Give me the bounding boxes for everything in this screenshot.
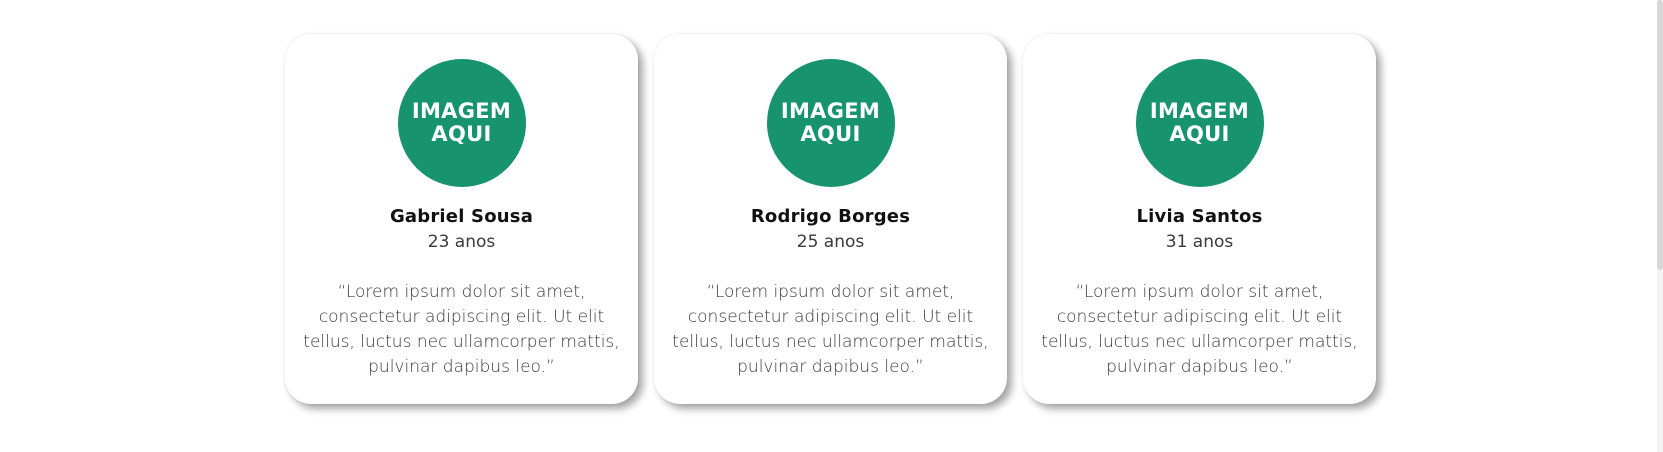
person-age: 31 anos	[1165, 232, 1234, 252]
vertical-scrollbar[interactable]	[1657, 0, 1663, 452]
person-name: Rodrigo Borges	[750, 206, 911, 227]
testimonial-quote: “Lorem ipsum dolor sit amet, consectetur…	[672, 282, 989, 377]
testimonial-cards: IMAGEM AQUI Gabriel Sousa 23 anos “Lorem…	[285, 34, 1376, 404]
person-name: Livia Santos	[1136, 206, 1263, 227]
person-name: Gabriel Sousa	[389, 206, 534, 227]
avatar-placeholder: IMAGEM AQUI	[766, 59, 895, 187]
scrollbar-thumb[interactable]	[1657, 0, 1663, 270]
person-age: 23 anos	[427, 232, 496, 252]
testimonials-page: IMAGEM AQUI Gabriel Sousa 23 anos “Lorem…	[0, 0, 1663, 452]
avatar-placeholder: IMAGEM AQUI	[397, 59, 526, 187]
testimonial-card: IMAGEM AQUI Gabriel Sousa 23 anos “Lorem…	[285, 34, 638, 404]
testimonial-quote: “Lorem ipsum dolor sit amet, consectetur…	[1041, 282, 1358, 377]
testimonial-quote: “Lorem ipsum dolor sit amet, consectetur…	[303, 282, 620, 377]
testimonial-card: IMAGEM AQUI Rodrigo Borges 25 anos “Lore…	[654, 34, 1007, 404]
testimonial-card: IMAGEM AQUI Livia Santos 31 anos “Lorem …	[1023, 34, 1376, 404]
person-age: 25 anos	[796, 232, 865, 252]
avatar-placeholder: IMAGEM AQUI	[1135, 59, 1264, 187]
